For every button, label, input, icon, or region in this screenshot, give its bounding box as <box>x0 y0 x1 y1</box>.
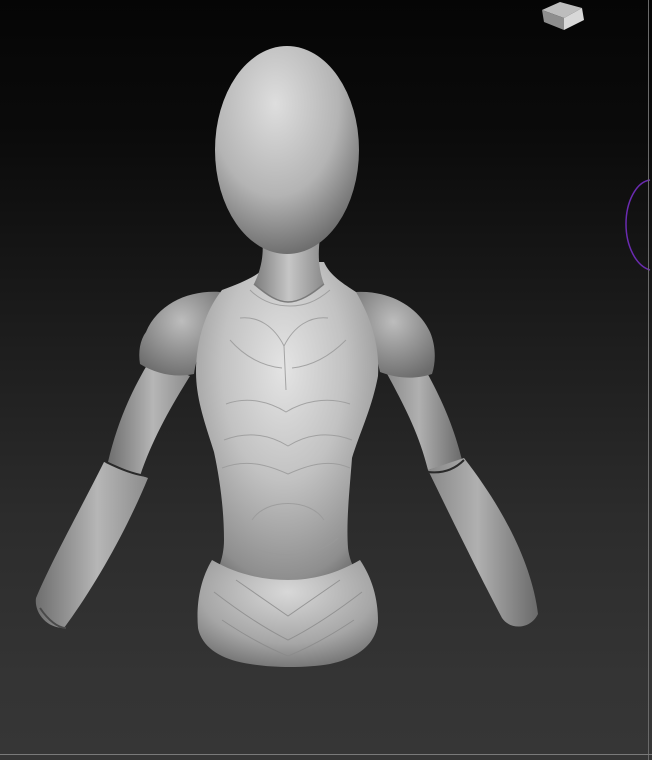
sculpt-model[interactable] <box>0 0 652 760</box>
view-cube-icon[interactable] <box>538 0 590 34</box>
torso <box>196 262 379 594</box>
head <box>215 46 359 254</box>
right-arm <box>384 360 538 627</box>
viewport-border-bottom <box>0 754 652 755</box>
viewport-border-right <box>648 0 649 760</box>
left-arm <box>35 360 190 629</box>
3d-viewport[interactable] <box>0 0 652 760</box>
